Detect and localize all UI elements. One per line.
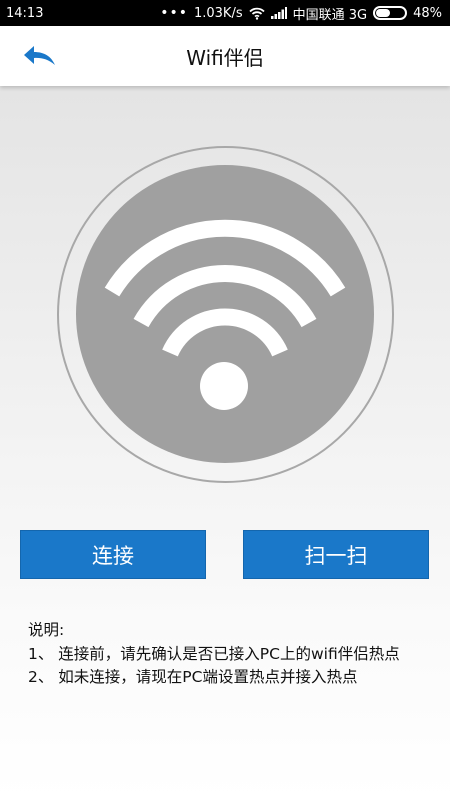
main-content: 连接 扫一扫 说明: 1、 连接前，请先确认是否已接入PC上的wifi伴侣热点 …: [0, 86, 450, 800]
wifi-signal-icon: [248, 7, 265, 20]
battery-percent: 48%: [413, 5, 442, 21]
cell-signal-icon: [270, 7, 287, 19]
instructions: 说明: 1、 连接前，请先确认是否已接入PC上的wifi伴侣热点 2、 如未连接…: [28, 619, 448, 690]
battery-icon: [373, 6, 408, 20]
scan-button[interactable]: 扫一扫: [243, 530, 429, 579]
instruction-line-1: 1、 连接前，请先确认是否已接入PC上的wifi伴侣热点: [28, 644, 400, 663]
instructions-heading: 说明:: [28, 621, 65, 639]
more-dots-icon: •••: [160, 5, 188, 21]
instruction-line-2: 2、 如未连接，请现在PC端设置热点并接入热点: [28, 668, 358, 686]
carrier-label: 中国联通 3G: [292, 7, 368, 23]
connect-button[interactable]: 连接: [20, 530, 206, 579]
network-speed: 1.03K/s: [193, 5, 243, 21]
status-indicators: ••• 1.03K/s 中国联通 3G 48%: [160, 4, 442, 23]
page-title: Wifi伴侣: [186, 45, 264, 70]
wifi-disc[interactable]: [76, 165, 374, 463]
back-button[interactable]: [20, 40, 60, 72]
app-bar: Wifi伴侣: [0, 26, 450, 86]
battery-level: [376, 9, 390, 17]
back-arrow-icon: [24, 46, 55, 65]
status-bar: 14:13 ••• 1.03K/s 中国联通 3G 48%: [0, 0, 450, 26]
wifi-icon: [104, 219, 346, 410]
status-time: 14:13: [6, 5, 44, 21]
